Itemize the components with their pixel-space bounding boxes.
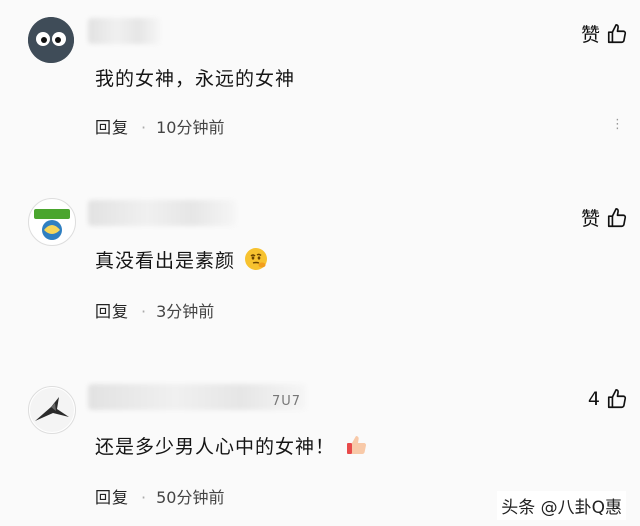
comment-text: 还是多少男人心中的女神！ (95, 436, 336, 458)
reply-button[interactable]: 回复 (95, 488, 129, 507)
separator-dot: · (141, 488, 147, 507)
username-fragment: 7U7 (272, 394, 302, 409)
thumbs-up-icon (606, 388, 628, 410)
comment-item: 7U7 4 还是多少男人心中的女神！ 回复 · 50分钟前 (0, 0, 640, 526)
timestamp: 50分钟前 (156, 488, 225, 507)
thumbs-up-emoji-icon (344, 433, 368, 462)
comment-meta: 回复 · 50分钟前 (95, 484, 224, 508)
source-watermark: 头条 @八卦Q惠 (497, 491, 626, 520)
bird-avatar-icon (30, 388, 74, 432)
avatar[interactable] (28, 386, 76, 434)
like-button[interactable]: 4 (588, 388, 628, 410)
comment-list: 赞 我的女神，永远的女神 回复 · 10分钟前 ⋮ 赞 真没看出是素颜 回复 ·… (0, 0, 640, 526)
like-count: 4 (587, 388, 600, 410)
comment-text-row: 还是多少男人心中的女神！ (95, 432, 368, 462)
